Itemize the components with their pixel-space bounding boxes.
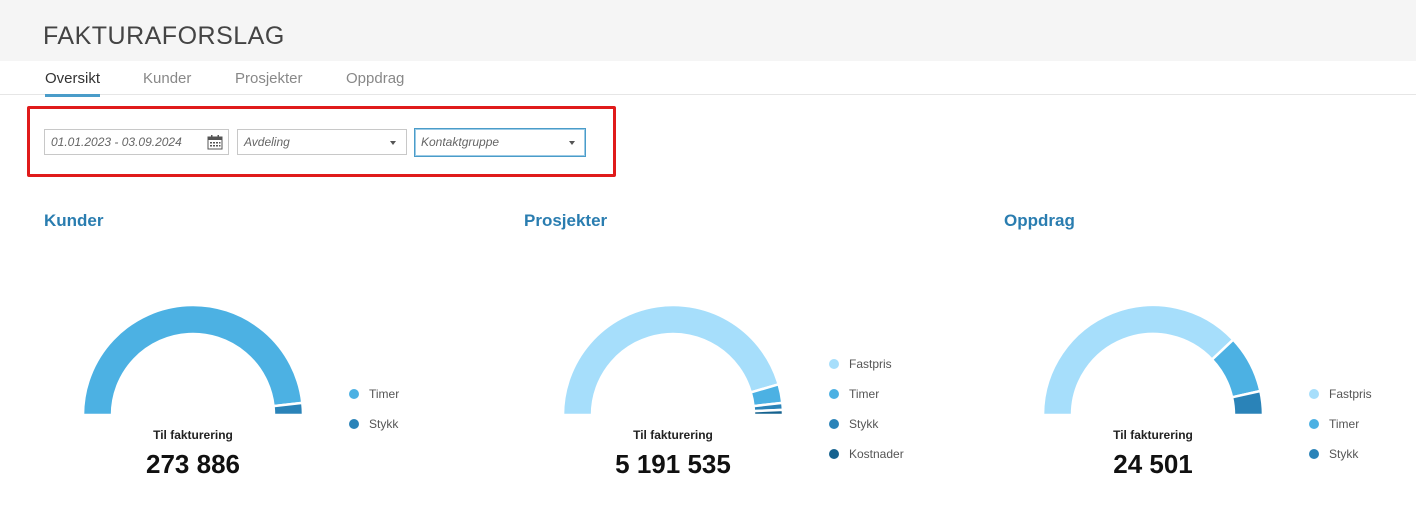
gauge-segment-fastpris[interactable] <box>1041 303 1235 417</box>
avdeling-select[interactable]: Avdeling <box>237 129 407 155</box>
legend-label: Kostnader <box>849 447 904 461</box>
section-title-kunder: Kunder <box>44 211 104 230</box>
page-header: FAKTURAFORSLAG <box>0 0 1416 61</box>
legend-dot <box>1309 419 1319 429</box>
calendar-icon[interactable] <box>207 134 223 150</box>
tab-bar: Oversikt Kunder Prosjekter Oppdrag <box>0 61 1416 97</box>
kontaktgruppe-placeholder: Kontaktgruppe <box>421 135 500 149</box>
legend-label: Timer <box>369 387 400 401</box>
avdeling-placeholder: Avdeling <box>244 135 290 149</box>
tab-kunder[interactable]: Kunder <box>143 70 191 94</box>
kontaktgruppe-select[interactable]: Kontaktgruppe <box>414 128 586 157</box>
gauge-total-label: Til fakturering <box>153 428 233 442</box>
legend-label: Stykk <box>369 417 399 431</box>
legend-label: Timer <box>849 387 880 401</box>
section-title-prosjekter: Prosjekter <box>524 211 608 230</box>
gauge-total-value: 5 191 535 <box>615 449 731 479</box>
legend-dot <box>349 419 359 429</box>
legend-dot <box>349 389 359 399</box>
gauge-total-label: Til fakturering <box>1113 428 1193 442</box>
gauge-chart-oppdrag <box>1041 303 1265 417</box>
gauge-total-value: 273 886 <box>146 449 240 479</box>
gauge-segment-timer[interactable] <box>81 303 304 417</box>
gauge-segment-fastpris[interactable] <box>561 303 780 417</box>
legend-label: Stykk <box>1329 447 1359 461</box>
tab-prosjekter[interactable]: Prosjekter <box>235 70 303 94</box>
date-range-input[interactable]: 01.01.2023 - 03.09.2024 <box>44 129 229 155</box>
section-title-oppdrag: Oppdrag <box>1004 211 1075 230</box>
legend-dot <box>1309 449 1319 459</box>
gauge-segment-stykk[interactable] <box>272 401 305 417</box>
gauge-segment-kostnader[interactable] <box>752 408 785 417</box>
legend-label: Stykk <box>849 417 879 431</box>
chevron-down-icon <box>390 141 396 145</box>
date-range-value: 01.01.2023 - 03.09.2024 <box>51 135 182 149</box>
tab-oppdrag[interactable]: Oppdrag <box>346 70 404 94</box>
gauge-chart-kunder <box>81 303 305 417</box>
gauge-chart-prosjekter <box>561 303 785 417</box>
tab-oversikt[interactable]: Oversikt <box>45 70 101 97</box>
legend-label: Fastpris <box>1329 387 1372 401</box>
gauge-total-value: 24 501 <box>1113 449 1193 479</box>
legend-label: Fastpris <box>849 357 892 371</box>
legend-dot <box>829 359 839 369</box>
legend-dot <box>829 419 839 429</box>
legend-label: Timer <box>1329 417 1360 431</box>
chevron-down-icon <box>569 141 575 145</box>
gauge-total-label: Til fakturering <box>633 428 713 442</box>
page-title: FAKTURAFORSLAG <box>43 22 285 50</box>
legend-dot <box>829 389 839 399</box>
legend-dot <box>829 449 839 459</box>
legend-dot <box>1309 389 1319 399</box>
